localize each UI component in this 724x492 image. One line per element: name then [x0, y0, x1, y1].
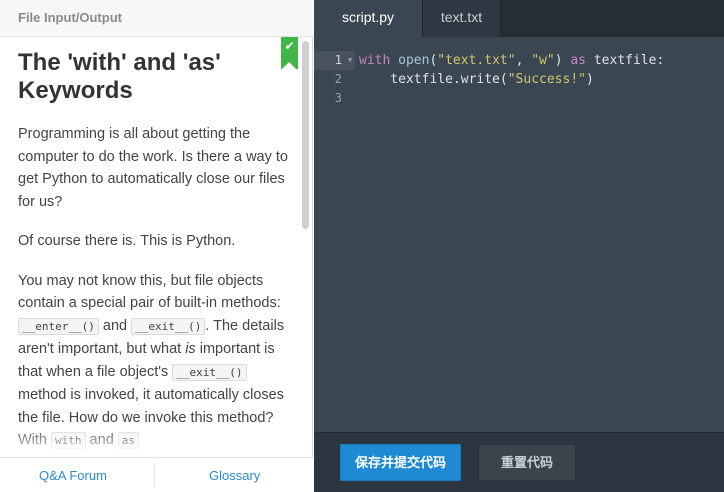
lesson-paragraph: Of course there is. This is Python. — [18, 233, 236, 249]
lesson-paragraph: Programming is all about getting the com… — [18, 126, 288, 210]
editor-panel: script.py text.txt 1 ▼ 2 3 with open("tex… — [314, 0, 724, 492]
lesson-footer: Q&A Forum Glossary — [0, 457, 313, 492]
save-submit-button[interactable]: 保存并提交代码 — [340, 444, 461, 481]
inline-code: __exit__() — [172, 363, 247, 381]
lesson-content[interactable]: The 'with' and 'as' Keywords Programming… — [0, 37, 300, 457]
reset-code-button[interactable]: 重置代码 — [478, 444, 576, 481]
lesson-panel: File Input/Output The 'with' and 'as' Ke… — [0, 0, 313, 492]
code-line: with open("text.txt", "w") as textfile: — [359, 53, 665, 68]
inline-code: __enter__() — [18, 317, 99, 335]
tab-text-txt[interactable]: text.txt — [423, 0, 501, 37]
lesson-scrollbar[interactable] — [302, 41, 309, 229]
code-editor[interactable]: 1 ▼ 2 3 with open("text.txt", "w") as tex… — [314, 37, 724, 432]
course-title: File Input/Output — [18, 10, 122, 25]
completed-bookmark: ✔ — [281, 37, 298, 70]
lesson-paragraph: You may not know this, but file objects … — [18, 270, 288, 453]
text-segment: You may not know this, but file objects … — [18, 272, 281, 312]
editor-action-bar: 保存并提交代码 重置代码 — [314, 432, 724, 492]
line-number: 3 — [334, 91, 342, 105]
content-fade — [0, 427, 300, 457]
line-number: 1 ▼ — [314, 51, 355, 70]
lesson-title: The 'with' and 'as' Keywords — [18, 49, 221, 104]
lesson-header: File Input/Output — [0, 0, 313, 37]
line-gutter: 1 ▼ 2 3 — [314, 51, 355, 108]
glossary-link[interactable]: Glossary — [209, 468, 260, 483]
tab-script-py[interactable]: script.py — [314, 0, 423, 37]
qa-forum-link[interactable]: Q&A Forum — [39, 468, 107, 483]
line-number: 2 — [334, 72, 342, 86]
file-tab-bar: script.py text.txt — [314, 0, 724, 37]
code-line: textfile.write("Success!") — [359, 72, 594, 87]
code-content[interactable]: with open("text.txt", "w") as textfile: … — [359, 51, 664, 108]
emphasis: is — [185, 341, 196, 357]
inline-code: __exit__() — [131, 317, 206, 335]
check-icon: ✔ — [284, 39, 295, 53]
text-segment: and — [98, 317, 132, 334]
footer-divider — [154, 463, 155, 487]
fold-arrow-icon[interactable]: ▼ — [348, 51, 352, 70]
